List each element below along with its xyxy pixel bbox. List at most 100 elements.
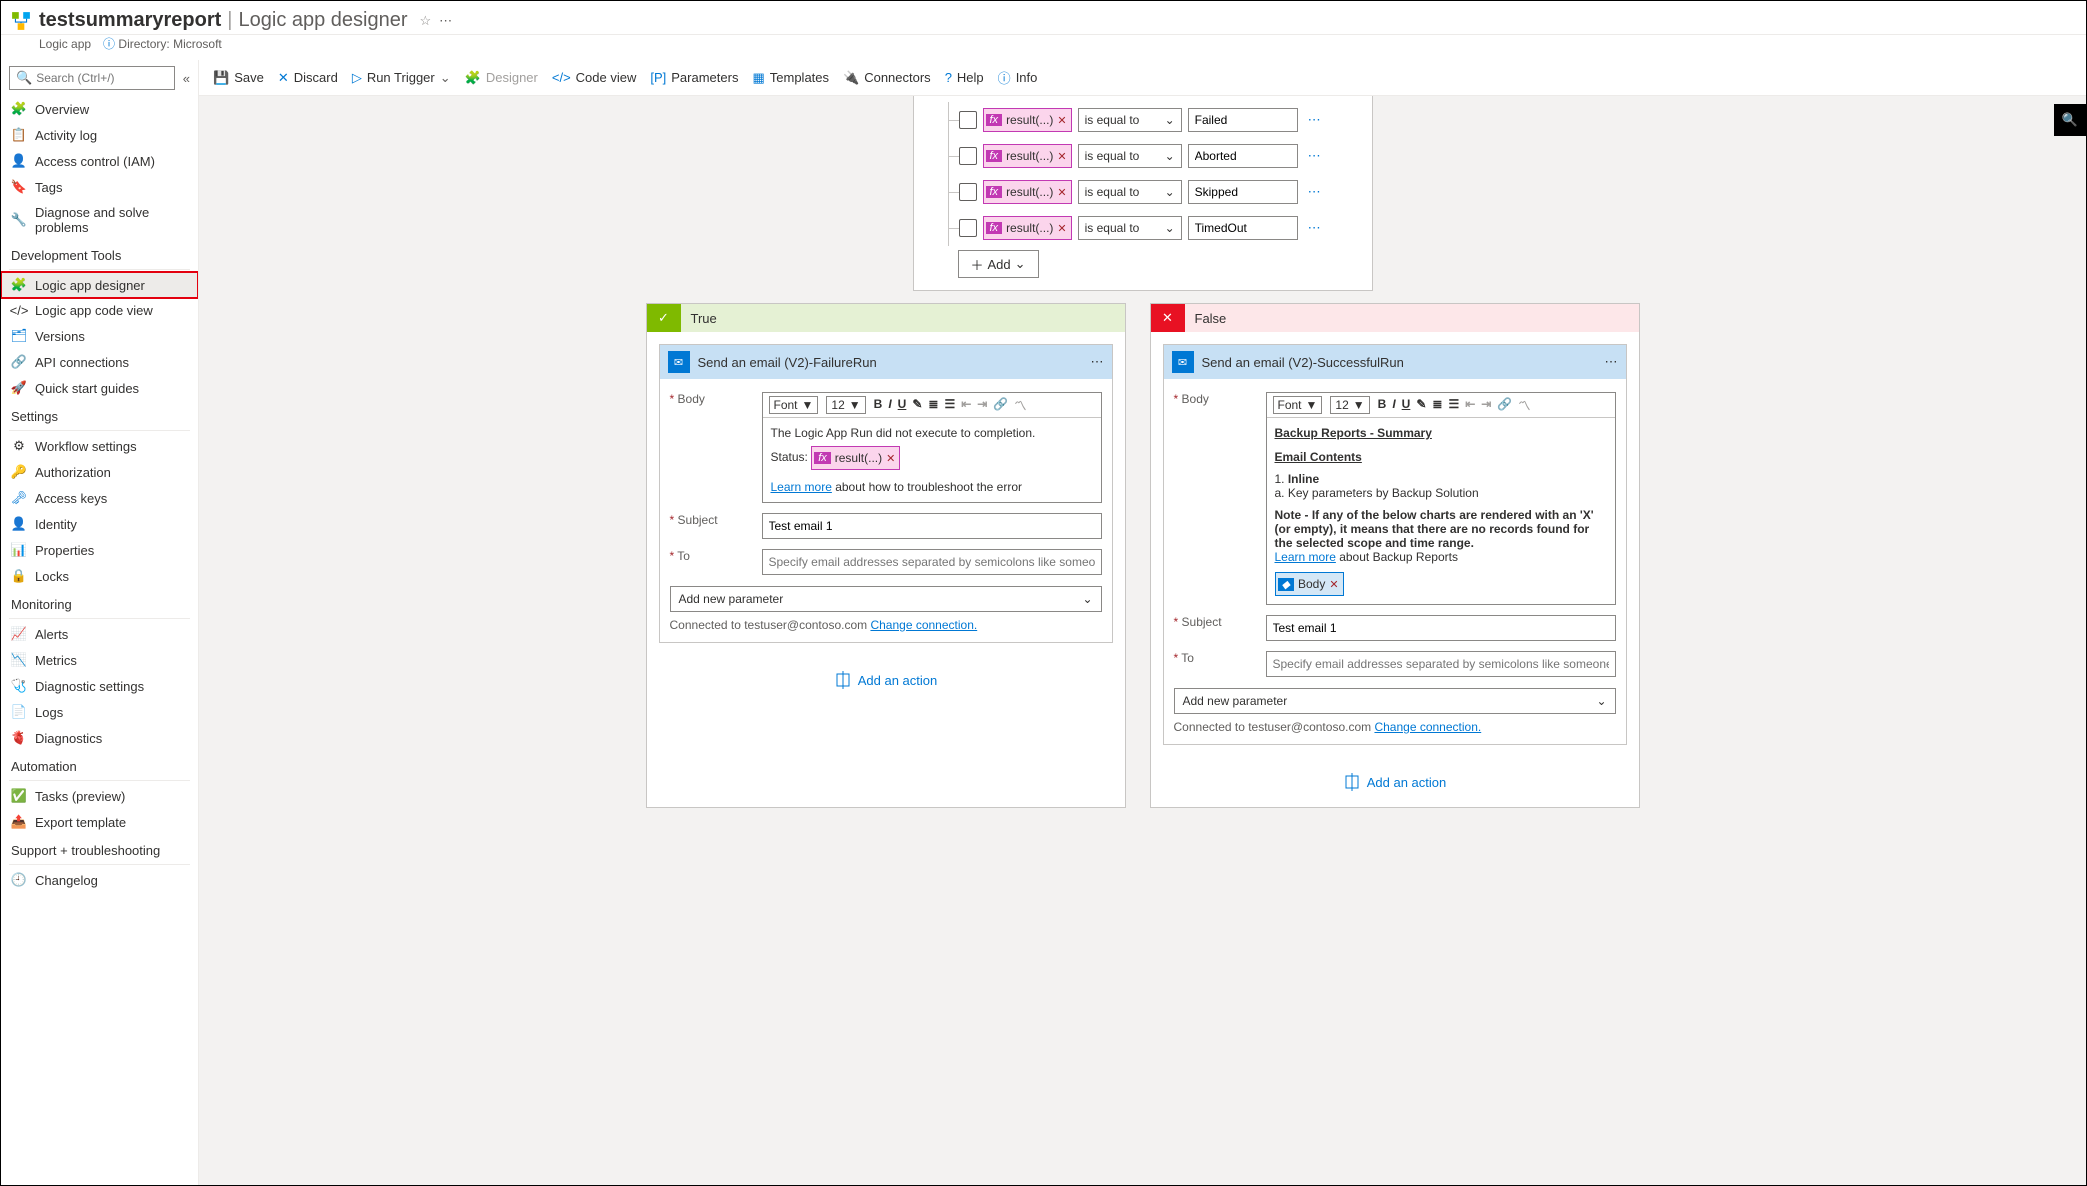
designer-canvas[interactable]: 🔍 fxresult(...)✕ is equal to⌄ ⋯: [199, 96, 2086, 1185]
zoom-button[interactable]: 🔍: [2054, 104, 2086, 136]
code-view-button[interactable]: </>Code view: [552, 70, 637, 85]
code-icon[interactable]: 〽: [1518, 397, 1530, 414]
link-icon[interactable]: 🔗: [1497, 397, 1512, 414]
nav-tasks[interactable]: ✅Tasks (preview): [1, 783, 198, 809]
bullets-icon[interactable]: ≣: [1432, 397, 1442, 414]
add-action-button[interactable]: Add an action: [647, 655, 1125, 705]
connectors-button[interactable]: 🔌Connectors: [843, 70, 931, 86]
nav-locks[interactable]: 🔒Locks: [1, 563, 198, 589]
nav-code-view[interactable]: </>Logic app code view: [1, 298, 198, 323]
checkbox[interactable]: [959, 219, 977, 237]
outdent-icon[interactable]: ⇤: [1465, 397, 1475, 414]
action-header[interactable]: ✉Send an email (V2)-SuccessfulRun ⋯: [1164, 345, 1626, 379]
italic-icon[interactable]: I: [1392, 397, 1395, 414]
favorite-icon[interactable]: ☆: [420, 13, 432, 29]
nav-quickstart[interactable]: 🚀Quick start guides: [1, 375, 198, 401]
body-editor[interactable]: Font ▼ 12 ▼ B I U ✎: [762, 392, 1102, 503]
nav-export-template[interactable]: 📤Export template: [1, 809, 198, 835]
token-remove-icon[interactable]: ✕: [1329, 578, 1338, 591]
nav-alerts[interactable]: 📈Alerts: [1, 621, 198, 647]
bold-icon[interactable]: B: [874, 397, 883, 414]
learn-more-link[interactable]: Learn more: [771, 480, 832, 494]
indent-icon[interactable]: ⇥: [1481, 397, 1491, 414]
to-input[interactable]: [1266, 651, 1616, 677]
bold-icon[interactable]: B: [1378, 397, 1387, 414]
rte-content[interactable]: Backup Reports - Summary Email Contents …: [1267, 418, 1615, 604]
expression-token[interactable]: fxresult(...)✕: [983, 144, 1072, 168]
font-size-select[interactable]: 12 ▼: [826, 396, 865, 414]
body-token[interactable]: ◆Body✕: [1275, 572, 1344, 596]
operator-select[interactable]: is equal to⌄: [1078, 108, 1182, 132]
body-editor[interactable]: Font ▼ 12 ▼ B I U ✎: [1266, 392, 1616, 605]
operator-select[interactable]: is equal to⌄: [1078, 144, 1182, 168]
nav-authorization[interactable]: 🔑Authorization: [1, 459, 198, 485]
run-trigger-button[interactable]: ▷Run Trigger⌄: [352, 70, 451, 86]
designer-button[interactable]: 🧩Designer: [465, 70, 538, 86]
row-menu-icon[interactable]: ⋯: [1304, 112, 1325, 128]
learn-more-link[interactable]: Learn more: [1275, 550, 1336, 564]
nav-properties[interactable]: 📊Properties: [1, 537, 198, 563]
code-icon[interactable]: 〽: [1014, 397, 1026, 414]
outdent-icon[interactable]: ⇤: [961, 397, 971, 414]
subject-input[interactable]: [1266, 615, 1616, 641]
templates-button[interactable]: ▦Templates: [752, 70, 829, 86]
expression-token[interactable]: fxresult(...)✕: [811, 446, 900, 470]
font-select[interactable]: Font ▼: [1273, 396, 1323, 414]
row-menu-icon[interactable]: ⋯: [1304, 220, 1325, 236]
expression-token[interactable]: fxresult(...)✕: [983, 108, 1072, 132]
rte-content[interactable]: The Logic App Run did not execute to com…: [763, 418, 1101, 502]
change-connection-link[interactable]: Change connection.: [1374, 720, 1481, 734]
add-parameter-select[interactable]: Add new parameter⌄: [670, 586, 1102, 612]
link-icon[interactable]: 🔗: [993, 397, 1008, 414]
font-select[interactable]: Font ▼: [769, 396, 819, 414]
search-input[interactable]: [36, 71, 168, 85]
nav-access-keys[interactable]: 🗝Access keys: [1, 485, 198, 511]
to-input[interactable]: [762, 549, 1102, 575]
info-button[interactable]: ⓘInfo: [998, 68, 1038, 87]
change-connection-link[interactable]: Change connection.: [870, 618, 977, 632]
help-button[interactable]: ?Help: [945, 70, 984, 85]
nav-logs[interactable]: 📄Logs: [1, 699, 198, 725]
underline-icon[interactable]: U: [898, 397, 907, 414]
value-input[interactable]: [1188, 180, 1298, 204]
nav-versions[interactable]: 🗂Versions: [1, 323, 198, 349]
indent-icon[interactable]: ⇥: [977, 397, 987, 414]
action-header[interactable]: ✉Send an email (V2)-FailureRun ⋯: [660, 345, 1112, 379]
operator-select[interactable]: is equal to⌄: [1078, 216, 1182, 240]
highlight-icon[interactable]: ✎: [1416, 397, 1426, 414]
token-remove-icon[interactable]: ✕: [1057, 186, 1066, 199]
checkbox[interactable]: [959, 183, 977, 201]
value-input[interactable]: [1188, 216, 1298, 240]
token-remove-icon[interactable]: ✕: [886, 452, 895, 465]
highlight-icon[interactable]: ✎: [912, 397, 922, 414]
subject-input[interactable]: [762, 513, 1102, 539]
discard-button[interactable]: ✕Discard: [278, 70, 338, 86]
nav-activity-log[interactable]: 📋Activity log: [1, 122, 198, 148]
parameters-button[interactable]: [P]Parameters: [650, 70, 738, 85]
action-menu-icon[interactable]: ⋯: [1091, 354, 1104, 370]
token-remove-icon[interactable]: ✕: [1057, 114, 1066, 127]
save-button[interactable]: 💾Save: [213, 70, 264, 86]
token-remove-icon[interactable]: ✕: [1057, 150, 1066, 163]
row-menu-icon[interactable]: ⋯: [1304, 148, 1325, 164]
expression-token[interactable]: fxresult(...)✕: [983, 180, 1072, 204]
add-condition-button[interactable]: ＋Add⌄: [958, 250, 1039, 278]
numbered-icon[interactable]: ☰: [1448, 397, 1459, 414]
nav-access-control[interactable]: 👤Access control (IAM): [1, 148, 198, 174]
value-input[interactable]: [1188, 108, 1298, 132]
nav-identity[interactable]: 👤Identity: [1, 511, 198, 537]
action-menu-icon[interactable]: ⋯: [1605, 354, 1618, 370]
add-action-button[interactable]: Add an action: [1151, 757, 1639, 807]
add-parameter-select[interactable]: Add new parameter⌄: [1174, 688, 1616, 714]
collapse-sidebar-icon[interactable]: «: [183, 71, 190, 86]
underline-icon[interactable]: U: [1402, 397, 1411, 414]
nav-api-connections[interactable]: 🔗API connections: [1, 349, 198, 375]
more-icon[interactable]: ⋯: [439, 13, 452, 29]
numbered-icon[interactable]: ☰: [944, 397, 955, 414]
nav-changelog[interactable]: 🕘Changelog: [1, 867, 198, 893]
nav-diagnostic-settings[interactable]: 🩺Diagnostic settings: [1, 673, 198, 699]
search-box[interactable]: 🔍: [9, 66, 175, 90]
row-menu-icon[interactable]: ⋯: [1304, 184, 1325, 200]
token-remove-icon[interactable]: ✕: [1057, 222, 1066, 235]
checkbox[interactable]: [959, 111, 977, 129]
